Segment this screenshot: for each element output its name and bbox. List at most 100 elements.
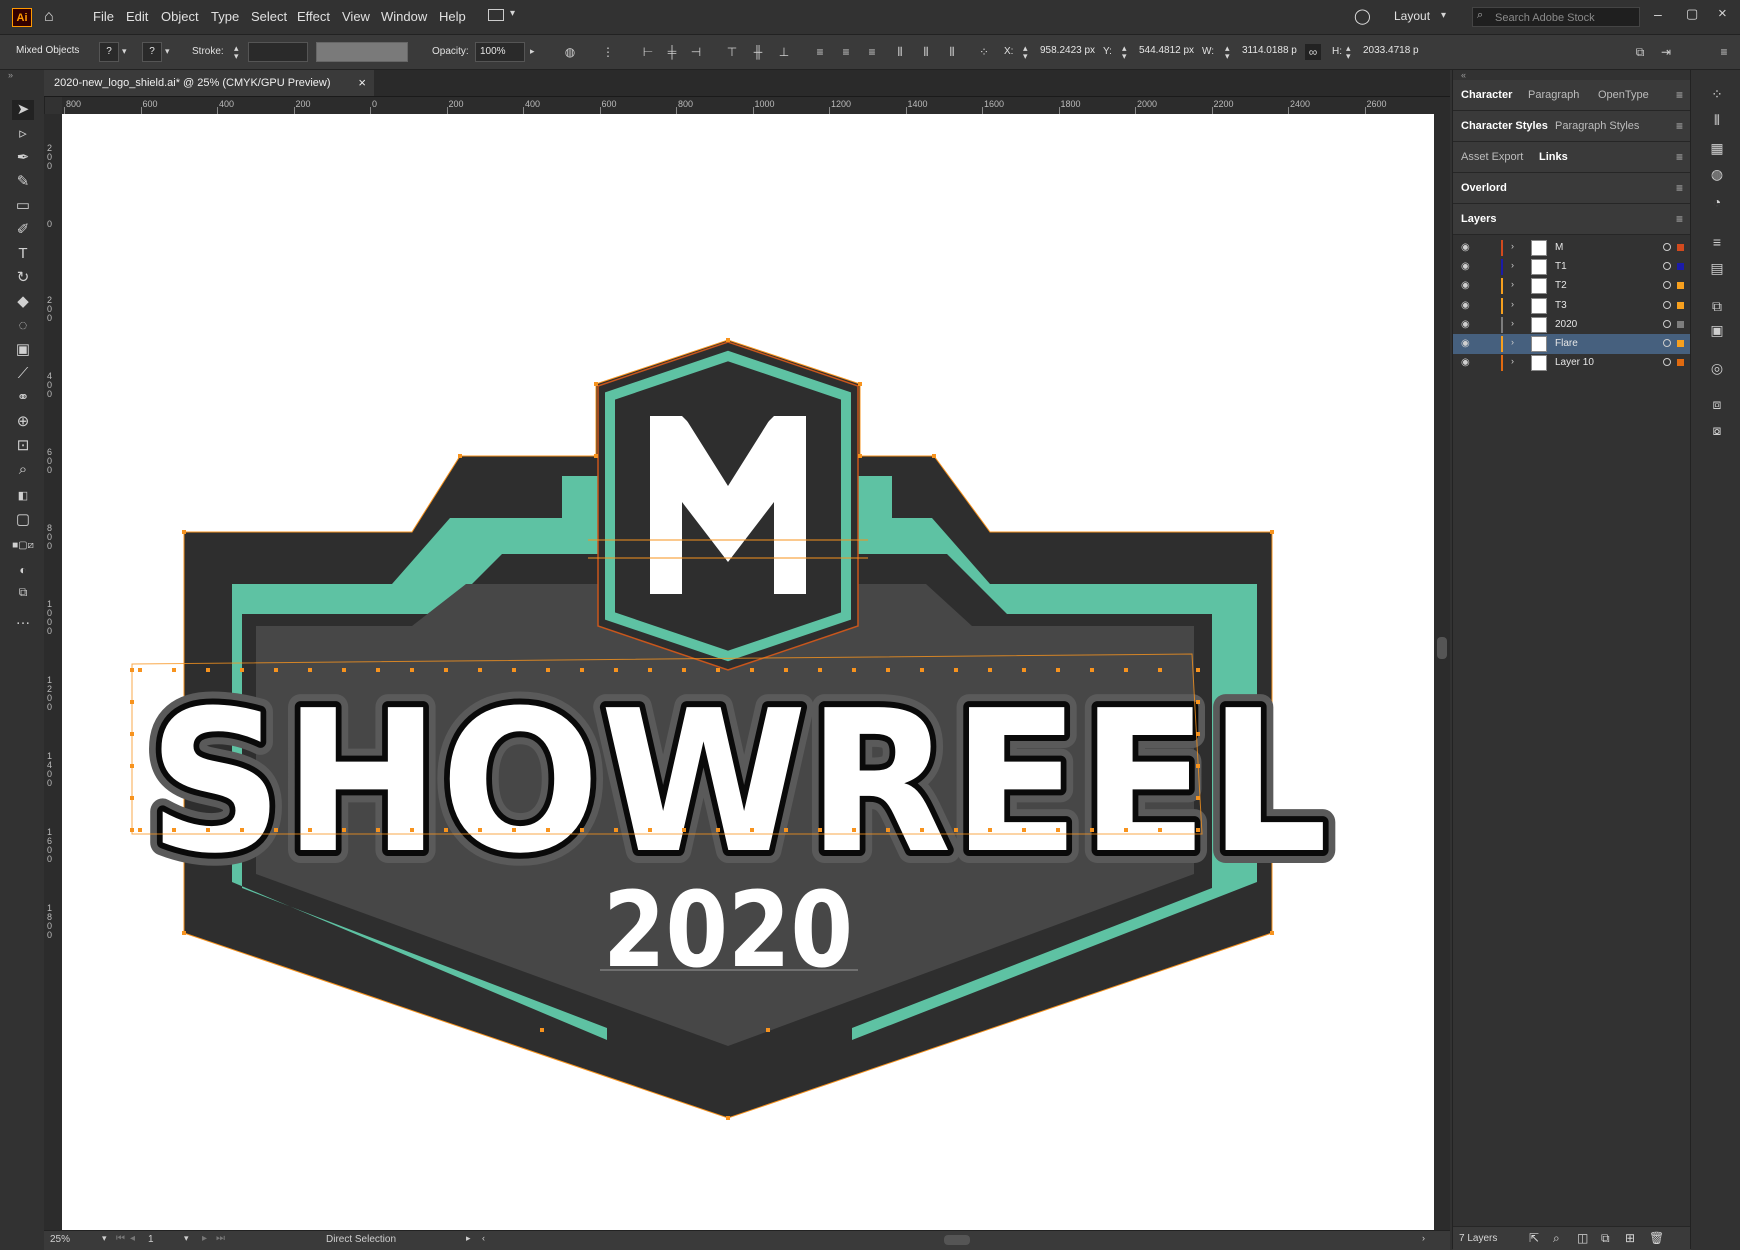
- layer-name[interactable]: 2020: [1555, 319, 1577, 330]
- align-right-icon[interactable]: ⊣: [688, 44, 704, 60]
- stroke-panel-icon[interactable]: ≡: [1707, 232, 1727, 252]
- anchor-point[interactable]: [580, 668, 584, 672]
- tab-asset-export[interactable]: Asset Export: [1461, 151, 1523, 163]
- anchor-point[interactable]: [614, 828, 618, 832]
- layer-target-icon[interactable]: [1663, 358, 1671, 367]
- menu-type[interactable]: Type: [211, 9, 239, 24]
- anchor-point[interactable]: [240, 828, 244, 832]
- anchor-point[interactable]: [858, 454, 862, 458]
- anchor-point[interactable]: [682, 668, 686, 672]
- menu-window[interactable]: Window: [381, 9, 427, 24]
- vertical-scrollbar[interactable]: [1434, 97, 1450, 1230]
- stock-search-input[interactable]: Search Adobe Stock: [1472, 7, 1640, 27]
- transform-icon[interactable]: ⇥: [1658, 44, 1674, 60]
- screen-mode-icon[interactable]: ⧉: [12, 582, 34, 602]
- layer-name[interactable]: T2: [1555, 280, 1567, 291]
- export-icon[interactable]: ⇱: [1529, 1231, 1539, 1245]
- home-icon[interactable]: ⌂: [44, 8, 54, 26]
- anchor-point[interactable]: [1196, 732, 1200, 736]
- anchor-point[interactable]: [932, 454, 936, 458]
- anchor-point[interactable]: [886, 668, 890, 672]
- anchor-point[interactable]: [852, 668, 856, 672]
- anchor-point[interactable]: [342, 828, 346, 832]
- expand-chevron-icon[interactable]: ›: [1511, 337, 1514, 347]
- tab-character[interactable]: Character: [1461, 89, 1512, 101]
- expand-chevron-icon[interactable]: ›: [1511, 318, 1514, 328]
- workspace-switcher[interactable]: Layout: [1394, 9, 1430, 23]
- panel-menu-icon[interactable]: ≡: [1676, 119, 1683, 133]
- selection-tool-icon[interactable]: ➤: [12, 100, 34, 120]
- color-guide-icon[interactable]: ◔: [1707, 192, 1727, 212]
- eraser-tool-icon[interactable]: ◆: [12, 292, 34, 312]
- anchor-point[interactable]: [784, 828, 788, 832]
- anchor-point[interactable]: [130, 700, 134, 704]
- anchor-point[interactable]: [1196, 764, 1200, 768]
- anchor-point[interactable]: [594, 454, 598, 458]
- anchor-point[interactable]: [580, 828, 584, 832]
- tab-paragraph-styles[interactable]: Paragraph Styles: [1555, 120, 1639, 132]
- h-input[interactable]: 2033.4718 p: [1359, 42, 1423, 62]
- chevron-down-icon[interactable]: ▾: [165, 46, 170, 57]
- canvas[interactable]: SHOWREEL SHOWREEL SHOWREEL 2020: [62, 114, 1434, 1230]
- anchor-point[interactable]: [376, 828, 380, 832]
- libraries-panel-icon[interactable]: ⧇: [1707, 420, 1727, 440]
- recolor-artwork-icon[interactable]: ◍: [562, 44, 578, 60]
- menu-view[interactable]: View: [342, 9, 370, 24]
- expand-chevron-icon[interactable]: ›: [1511, 279, 1514, 289]
- anchor-point[interactable]: [920, 828, 924, 832]
- menu-object[interactable]: Object: [161, 9, 199, 24]
- chevron-right-icon[interactable]: ▸: [530, 46, 535, 57]
- anchor-point[interactable]: [1090, 668, 1094, 672]
- align-bottom-icon[interactable]: ⊥: [776, 44, 792, 60]
- lasso-tool-icon[interactable]: ◌: [12, 316, 34, 336]
- anchor-point[interactable]: [1270, 931, 1274, 935]
- curvature-tool-icon[interactable]: ✎: [12, 172, 34, 192]
- first-artboard-icon[interactable]: ⏮: [116, 1233, 125, 1244]
- anchor-point[interactable]: [858, 382, 862, 386]
- anchor-point[interactable]: [206, 828, 210, 832]
- variable-width-profile[interactable]: [316, 42, 408, 62]
- anchor-point[interactable]: [954, 828, 958, 832]
- anchor-point[interactable]: [1056, 668, 1060, 672]
- clipping-mask-icon[interactable]: ◫: [1577, 1231, 1588, 1245]
- logo-artwork[interactable]: SHOWREEL SHOWREEL SHOWREEL 2020: [62, 114, 1434, 1230]
- graphic-styles-icon[interactable]: ⧈: [1707, 394, 1727, 414]
- layer-row[interactable]: ◉ › M: [1453, 238, 1691, 258]
- anchor-point[interactable]: [138, 668, 142, 672]
- anchor-point[interactable]: [1022, 668, 1026, 672]
- anchor-point[interactable]: [1270, 530, 1274, 534]
- anchor-point[interactable]: [1158, 668, 1162, 672]
- panel-menu-icon[interactable]: ≡: [1676, 150, 1683, 164]
- anchor-point[interactable]: [546, 668, 550, 672]
- anchor-point[interactable]: [886, 828, 890, 832]
- drawing-mode-icon[interactable]: ◐: [12, 560, 34, 580]
- collapse-icon[interactable]: «: [1461, 70, 1466, 80]
- anchor-point[interactable]: [130, 668, 134, 672]
- layer-row[interactable]: ◉ › T3: [1453, 296, 1691, 316]
- fill-stroke-swatch-icon[interactable]: ▢: [12, 510, 34, 530]
- anchor-point[interactable]: [478, 828, 482, 832]
- pen-tool-icon[interactable]: ✒: [12, 148, 34, 168]
- visibility-eye-icon[interactable]: ◉: [1461, 337, 1475, 351]
- distribute-left-icon[interactable]: ⫴: [892, 44, 908, 60]
- selection-indicator[interactable]: [1677, 263, 1684, 271]
- selection-indicator[interactable]: [1677, 320, 1684, 328]
- tab-links[interactable]: Links: [1539, 151, 1568, 163]
- anchor-point[interactable]: [750, 668, 754, 672]
- anchor-point[interactable]: [410, 668, 414, 672]
- expand-chevron-icon[interactable]: ›: [1511, 299, 1514, 309]
- anchor-point[interactable]: [920, 668, 924, 672]
- anchor-point[interactable]: [682, 828, 686, 832]
- anchor-point[interactable]: [1124, 668, 1128, 672]
- last-artboard-icon[interactable]: ⏭: [216, 1233, 225, 1244]
- anchor-point[interactable]: [308, 668, 312, 672]
- chevron-down-icon[interactable]: ▾: [1441, 10, 1446, 21]
- stroke-weight-stepper[interactable]: ▴ ▾: [234, 44, 239, 61]
- anchor-point[interactable]: [1196, 668, 1200, 672]
- anchor-point[interactable]: [1056, 828, 1060, 832]
- chevron-down-icon[interactable]: ▾: [184, 1233, 189, 1244]
- layer-row[interactable]: ◉ › T1: [1453, 257, 1691, 277]
- anchor-point[interactable]: [410, 828, 414, 832]
- anchor-point[interactable]: [1158, 828, 1162, 832]
- layer-target-icon[interactable]: [1663, 281, 1671, 290]
